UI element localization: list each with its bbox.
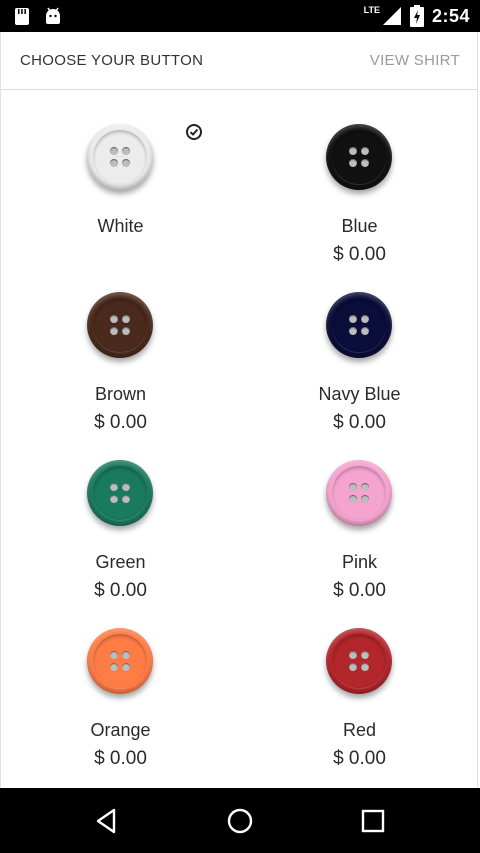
button-swatch xyxy=(87,460,153,526)
button-name: Green xyxy=(95,552,146,572)
button-swatch xyxy=(326,292,392,358)
app-frame: CHOOSE YOUR BUTTON VIEW SHIRT White Blue… xyxy=(0,32,478,788)
button-name: Navy Blue xyxy=(318,384,401,404)
button-swatch xyxy=(326,124,392,190)
button-name: Red xyxy=(342,720,377,740)
button-price: $ 0.00 xyxy=(333,748,386,769)
signal-icon xyxy=(382,7,401,25)
button-name: Orange xyxy=(90,720,151,740)
button-swatch xyxy=(326,460,392,526)
button-name: Blue xyxy=(341,216,378,236)
home-icon[interactable] xyxy=(225,806,255,836)
header: CHOOSE YOUR BUTTON VIEW SHIRT xyxy=(1,32,477,90)
button-option-brown[interactable]: Brown $ 0.00 xyxy=(1,258,240,433)
button-name: White xyxy=(97,216,144,236)
battery-charging-icon xyxy=(409,5,424,27)
android-notification-icon xyxy=(15,8,29,25)
button-swatch xyxy=(87,124,153,190)
button-option-green[interactable]: Green $ 0.00 xyxy=(1,426,240,601)
button-option-blue[interactable]: Blue $ 0.00 xyxy=(240,90,479,265)
page-title: CHOOSE YOUR BUTTON xyxy=(20,52,204,69)
network-type-label: LTE xyxy=(363,5,380,15)
button-swatch xyxy=(326,628,392,694)
button-swatch xyxy=(87,628,153,694)
button-name: Pink xyxy=(341,552,377,572)
button-option-pink[interactable]: Pink $ 0.00 xyxy=(240,426,479,601)
button-option-red[interactable]: Red $ 0.00 xyxy=(240,594,479,769)
selected-check-icon xyxy=(186,124,202,140)
back-icon[interactable] xyxy=(92,806,122,836)
button-swatch xyxy=(87,292,153,358)
button-option-orange[interactable]: Orange $ 0.00 xyxy=(1,594,240,769)
button-price: $ 0.00 xyxy=(94,748,147,769)
status-bar: LTE 2:54 xyxy=(0,0,480,32)
view-shirt-button[interactable]: VIEW SHIRT xyxy=(370,52,460,69)
button-option-navy-blue[interactable]: Navy Blue $ 0.00 xyxy=(240,258,479,433)
recents-icon[interactable] xyxy=(358,806,388,836)
button-option-white[interactable]: White xyxy=(1,90,240,258)
button-name: Brown xyxy=(94,384,147,404)
system-navigation-bar xyxy=(0,788,480,853)
android-robot-icon xyxy=(46,7,60,24)
status-time: 2:54 xyxy=(431,5,470,26)
